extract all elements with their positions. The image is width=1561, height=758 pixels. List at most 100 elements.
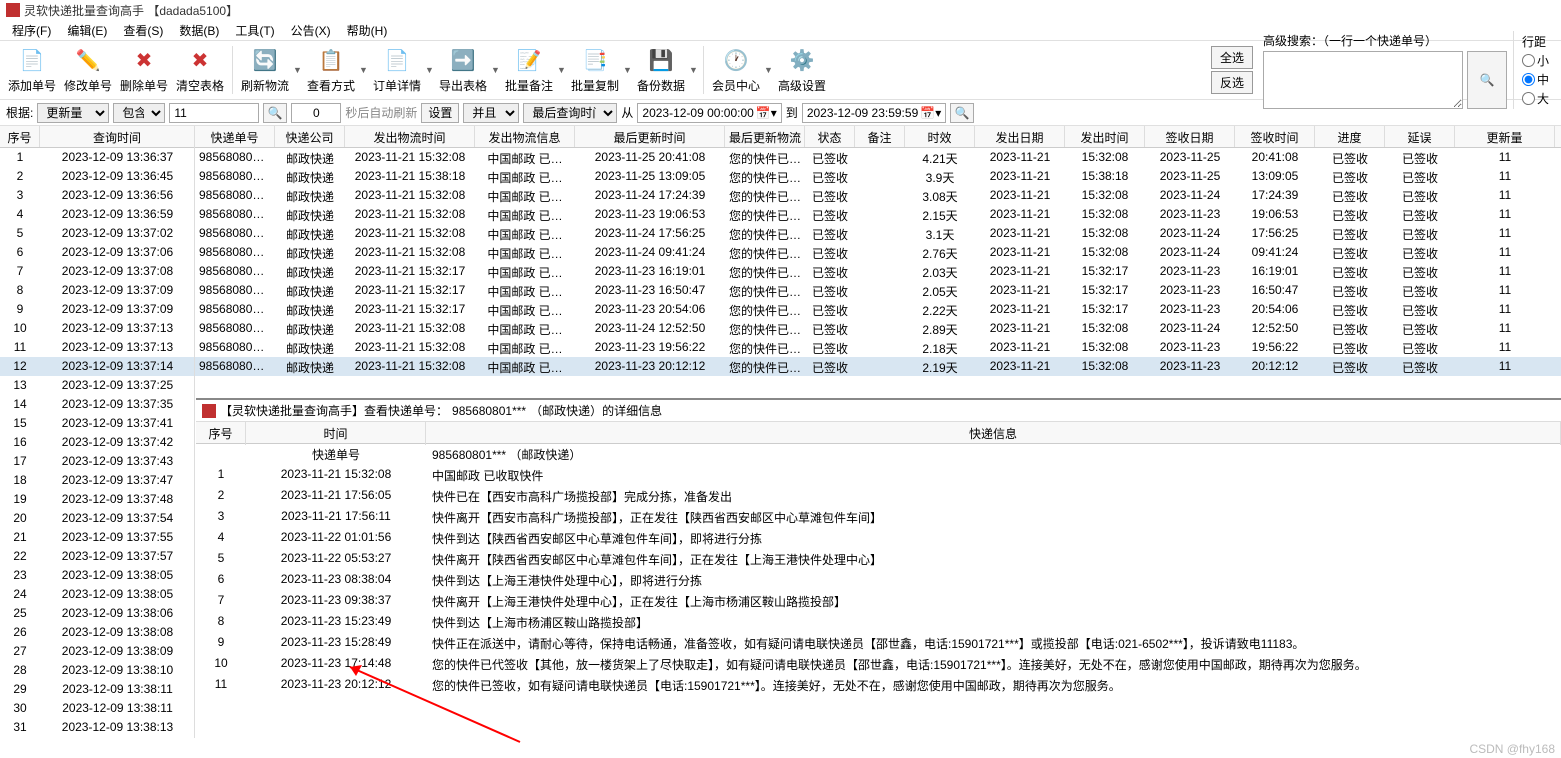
- table-row[interactable]: 202023-12-09 13:37:54: [0, 509, 194, 528]
- table-row[interactable]: 62023-12-09 13:37:06: [0, 243, 194, 262]
- col-header[interactable]: 更新量: [1455, 126, 1555, 147]
- detail-row[interactable]: 52023-11-22 05:53:27快件离开【陕西省西安邮区中心草滩包件车间…: [196, 549, 1561, 570]
- table-row[interactable]: 32023-12-09 13:36:56: [0, 186, 194, 205]
- table-row[interactable]: 232023-12-09 13:38:05: [0, 566, 194, 585]
- table-row[interactable]: 312023-12-09 13:38:13: [0, 718, 194, 737]
- table-row[interactable]: 985680801…邮政快递2023-11-21 15:32:17中国邮政 已……: [195, 262, 1561, 281]
- col-header[interactable]: 序号: [0, 126, 40, 147]
- detail-row[interactable]: 32023-11-21 17:56:11快件离开【西安市高科广场揽投部】，正在发…: [196, 507, 1561, 528]
- table-row[interactable]: 42023-12-09 13:36:59: [0, 205, 194, 224]
- from-datetime[interactable]: 2023-12-09 00:00:00📅▾: [637, 103, 781, 123]
- row-spacing-small[interactable]: 小: [1522, 52, 1549, 69]
- col-header[interactable]: 状态: [805, 126, 855, 147]
- table-row[interactable]: 252023-12-09 13:38:06: [0, 604, 194, 623]
- detail-button[interactable]: 📄订单详情: [369, 42, 425, 98]
- col-header[interactable]: 签收日期: [1145, 126, 1235, 147]
- filter-time-field-select[interactable]: 最后查询时间: [523, 103, 617, 123]
- to-datetime[interactable]: 2023-12-09 23:59:59📅▾: [802, 103, 946, 123]
- table-row[interactable]: 272023-12-09 13:38:09: [0, 642, 194, 661]
- viewmode-dropdown[interactable]: ▼: [359, 42, 369, 98]
- col-header[interactable]: 发出物流时间: [345, 126, 475, 147]
- table-row[interactable]: 985680801…邮政快递2023-11-21 15:32:17中国邮政 已……: [195, 281, 1561, 300]
- export-button[interactable]: ➡️导出表格: [435, 42, 491, 98]
- row-spacing-medium[interactable]: 中: [1522, 71, 1549, 88]
- col-header[interactable]: 进度: [1315, 126, 1385, 147]
- settings-button[interactable]: 设置: [421, 103, 459, 123]
- table-row[interactable]: 182023-12-09 13:37:47: [0, 471, 194, 490]
- table-row[interactable]: 282023-12-09 13:38:10: [0, 661, 194, 680]
- table-row[interactable]: 192023-12-09 13:37:48: [0, 490, 194, 509]
- table-row[interactable]: 72023-12-09 13:37:08: [0, 262, 194, 281]
- refresh-dropdown[interactable]: ▼: [293, 42, 303, 98]
- add-button[interactable]: 📄添加单号: [4, 42, 60, 98]
- col-header[interactable]: 快递公司: [275, 126, 345, 147]
- table-row[interactable]: 242023-12-09 13:38:05: [0, 585, 194, 604]
- viewmode-button[interactable]: 📋查看方式: [303, 42, 359, 98]
- batchnote-button[interactable]: 📝批量备注: [501, 42, 557, 98]
- table-row[interactable]: 82023-12-09 13:37:09: [0, 281, 194, 300]
- col-header[interactable]: 快递单号: [195, 126, 275, 147]
- table-row[interactable]: 52023-12-09 13:37:02: [0, 224, 194, 243]
- col-header[interactable]: 签收时间: [1235, 126, 1315, 147]
- col-header[interactable]: 查询时间: [40, 126, 195, 147]
- table-row[interactable]: 212023-12-09 13:37:55: [0, 528, 194, 547]
- col-header[interactable]: 最后更新物流: [725, 126, 805, 147]
- table-row[interactable]: 262023-12-09 13:38:08: [0, 623, 194, 642]
- filter-search-button[interactable]: 🔍: [263, 103, 287, 123]
- table-row[interactable]: 142023-12-09 13:37:35: [0, 395, 194, 414]
- menu-item[interactable]: 帮助(H): [341, 22, 394, 38]
- table-row[interactable]: 92023-12-09 13:37:09: [0, 300, 194, 319]
- table-row[interactable]: 12023-12-09 13:36:37: [0, 148, 194, 167]
- table-row[interactable]: 162023-12-09 13:37:42: [0, 433, 194, 452]
- menu-item[interactable]: 数据(B): [173, 22, 225, 38]
- col-header[interactable]: 发出日期: [975, 126, 1065, 147]
- batchcopy-button[interactable]: 📑批量复制: [567, 42, 623, 98]
- table-row[interactable]: 985680801…邮政快递2023-11-21 15:32:08中国邮政 已……: [195, 243, 1561, 262]
- menu-item[interactable]: 查看(S): [117, 22, 169, 38]
- table-row[interactable]: 112023-12-09 13:37:13: [0, 338, 194, 357]
- menu-item[interactable]: 工具(T): [229, 22, 280, 38]
- export-dropdown[interactable]: ▼: [491, 42, 501, 98]
- row-spacing-large[interactable]: 大: [1522, 90, 1549, 107]
- menu-item[interactable]: 公告(X): [285, 22, 337, 38]
- table-row[interactable]: 132023-12-09 13:37:25: [0, 376, 194, 395]
- select-all-button[interactable]: 全选: [1211, 46, 1253, 69]
- table-row[interactable]: 985680801…邮政快递2023-11-21 15:32:08中国邮政 已……: [195, 319, 1561, 338]
- table-row[interactable]: 985680801…邮政快递2023-11-21 15:38:18中国邮政 已……: [195, 167, 1561, 186]
- table-row[interactable]: 985680801…邮政快递2023-11-21 15:32:08中国邮政 已……: [195, 186, 1561, 205]
- col-header[interactable]: 发出时间: [1065, 126, 1145, 147]
- member-dropdown[interactable]: ▼: [764, 42, 774, 98]
- detail-dropdown[interactable]: ▼: [425, 42, 435, 98]
- table-row[interactable]: 122023-12-09 13:37:14: [0, 357, 194, 376]
- detail-row[interactable]: 42023-11-22 01:01:56快件到达【陕西省西安邮区中心草滩包件车间…: [196, 528, 1561, 549]
- detail-row[interactable]: 72023-11-23 09:38:37快件离开【上海王港快件处理中心】，正在发…: [196, 591, 1561, 612]
- detail-row[interactable]: 82023-11-23 15:23:49快件到达【上海市杨浦区鞍山路揽投部】: [196, 612, 1561, 633]
- adv-search-button[interactable]: 🔍: [1467, 51, 1507, 109]
- detail-row[interactable]: 62023-11-23 08:38:04快件到达【上海王港快件处理中心】，即将进…: [196, 570, 1561, 591]
- delete-button[interactable]: ✖删除单号: [116, 42, 172, 98]
- menu-item[interactable]: 程序(F): [6, 22, 57, 38]
- col-header[interactable]: 最后更新时间: [575, 126, 725, 147]
- detail-row[interactable]: 102023-11-23 17:14:48您的快件已代签收【其他，放一楼货架上了…: [196, 654, 1561, 675]
- col-header[interactable]: 延误: [1385, 126, 1455, 147]
- table-row[interactable]: 985680801…邮政快递2023-11-21 15:32:17中国邮政 已……: [195, 300, 1561, 319]
- clear-button[interactable]: ✖清空表格: [172, 42, 228, 98]
- detail-row[interactable]: 22023-11-21 17:56:05快件已在【西安市高科广场揽投部】完成分拣…: [196, 486, 1561, 507]
- settings-button[interactable]: ⚙️高级设置: [774, 42, 830, 98]
- table-row[interactable]: 102023-12-09 13:37:13: [0, 319, 194, 338]
- table-row[interactable]: 222023-12-09 13:37:57: [0, 547, 194, 566]
- filter-go-button[interactable]: 🔍: [950, 103, 974, 123]
- backup-dropdown[interactable]: ▼: [689, 42, 699, 98]
- filter-count-input[interactable]: [291, 103, 341, 123]
- detail-row[interactable]: 92023-11-23 15:28:49快件正在派送中，请耐心等待，保持电话畅通…: [196, 633, 1561, 654]
- table-row[interactable]: 985680801…邮政快递2023-11-21 15:32:08中国邮政 已……: [195, 338, 1561, 357]
- col-header[interactable]: 时效: [905, 126, 975, 147]
- col-header[interactable]: 备注: [855, 126, 905, 147]
- table-row[interactable]: 985680801…邮政快递2023-11-21 15:32:08中国邮政 已……: [195, 205, 1561, 224]
- table-row[interactable]: 985680801…邮政快递2023-11-21 15:32:08中国邮政 已……: [195, 357, 1561, 376]
- filter-field-select[interactable]: 更新量: [37, 103, 109, 123]
- menu-item[interactable]: 编辑(E): [61, 22, 113, 38]
- batchcopy-dropdown[interactable]: ▼: [623, 42, 633, 98]
- filter-value-input[interactable]: [169, 103, 259, 123]
- refresh-button[interactable]: 🔄刷新物流: [237, 42, 293, 98]
